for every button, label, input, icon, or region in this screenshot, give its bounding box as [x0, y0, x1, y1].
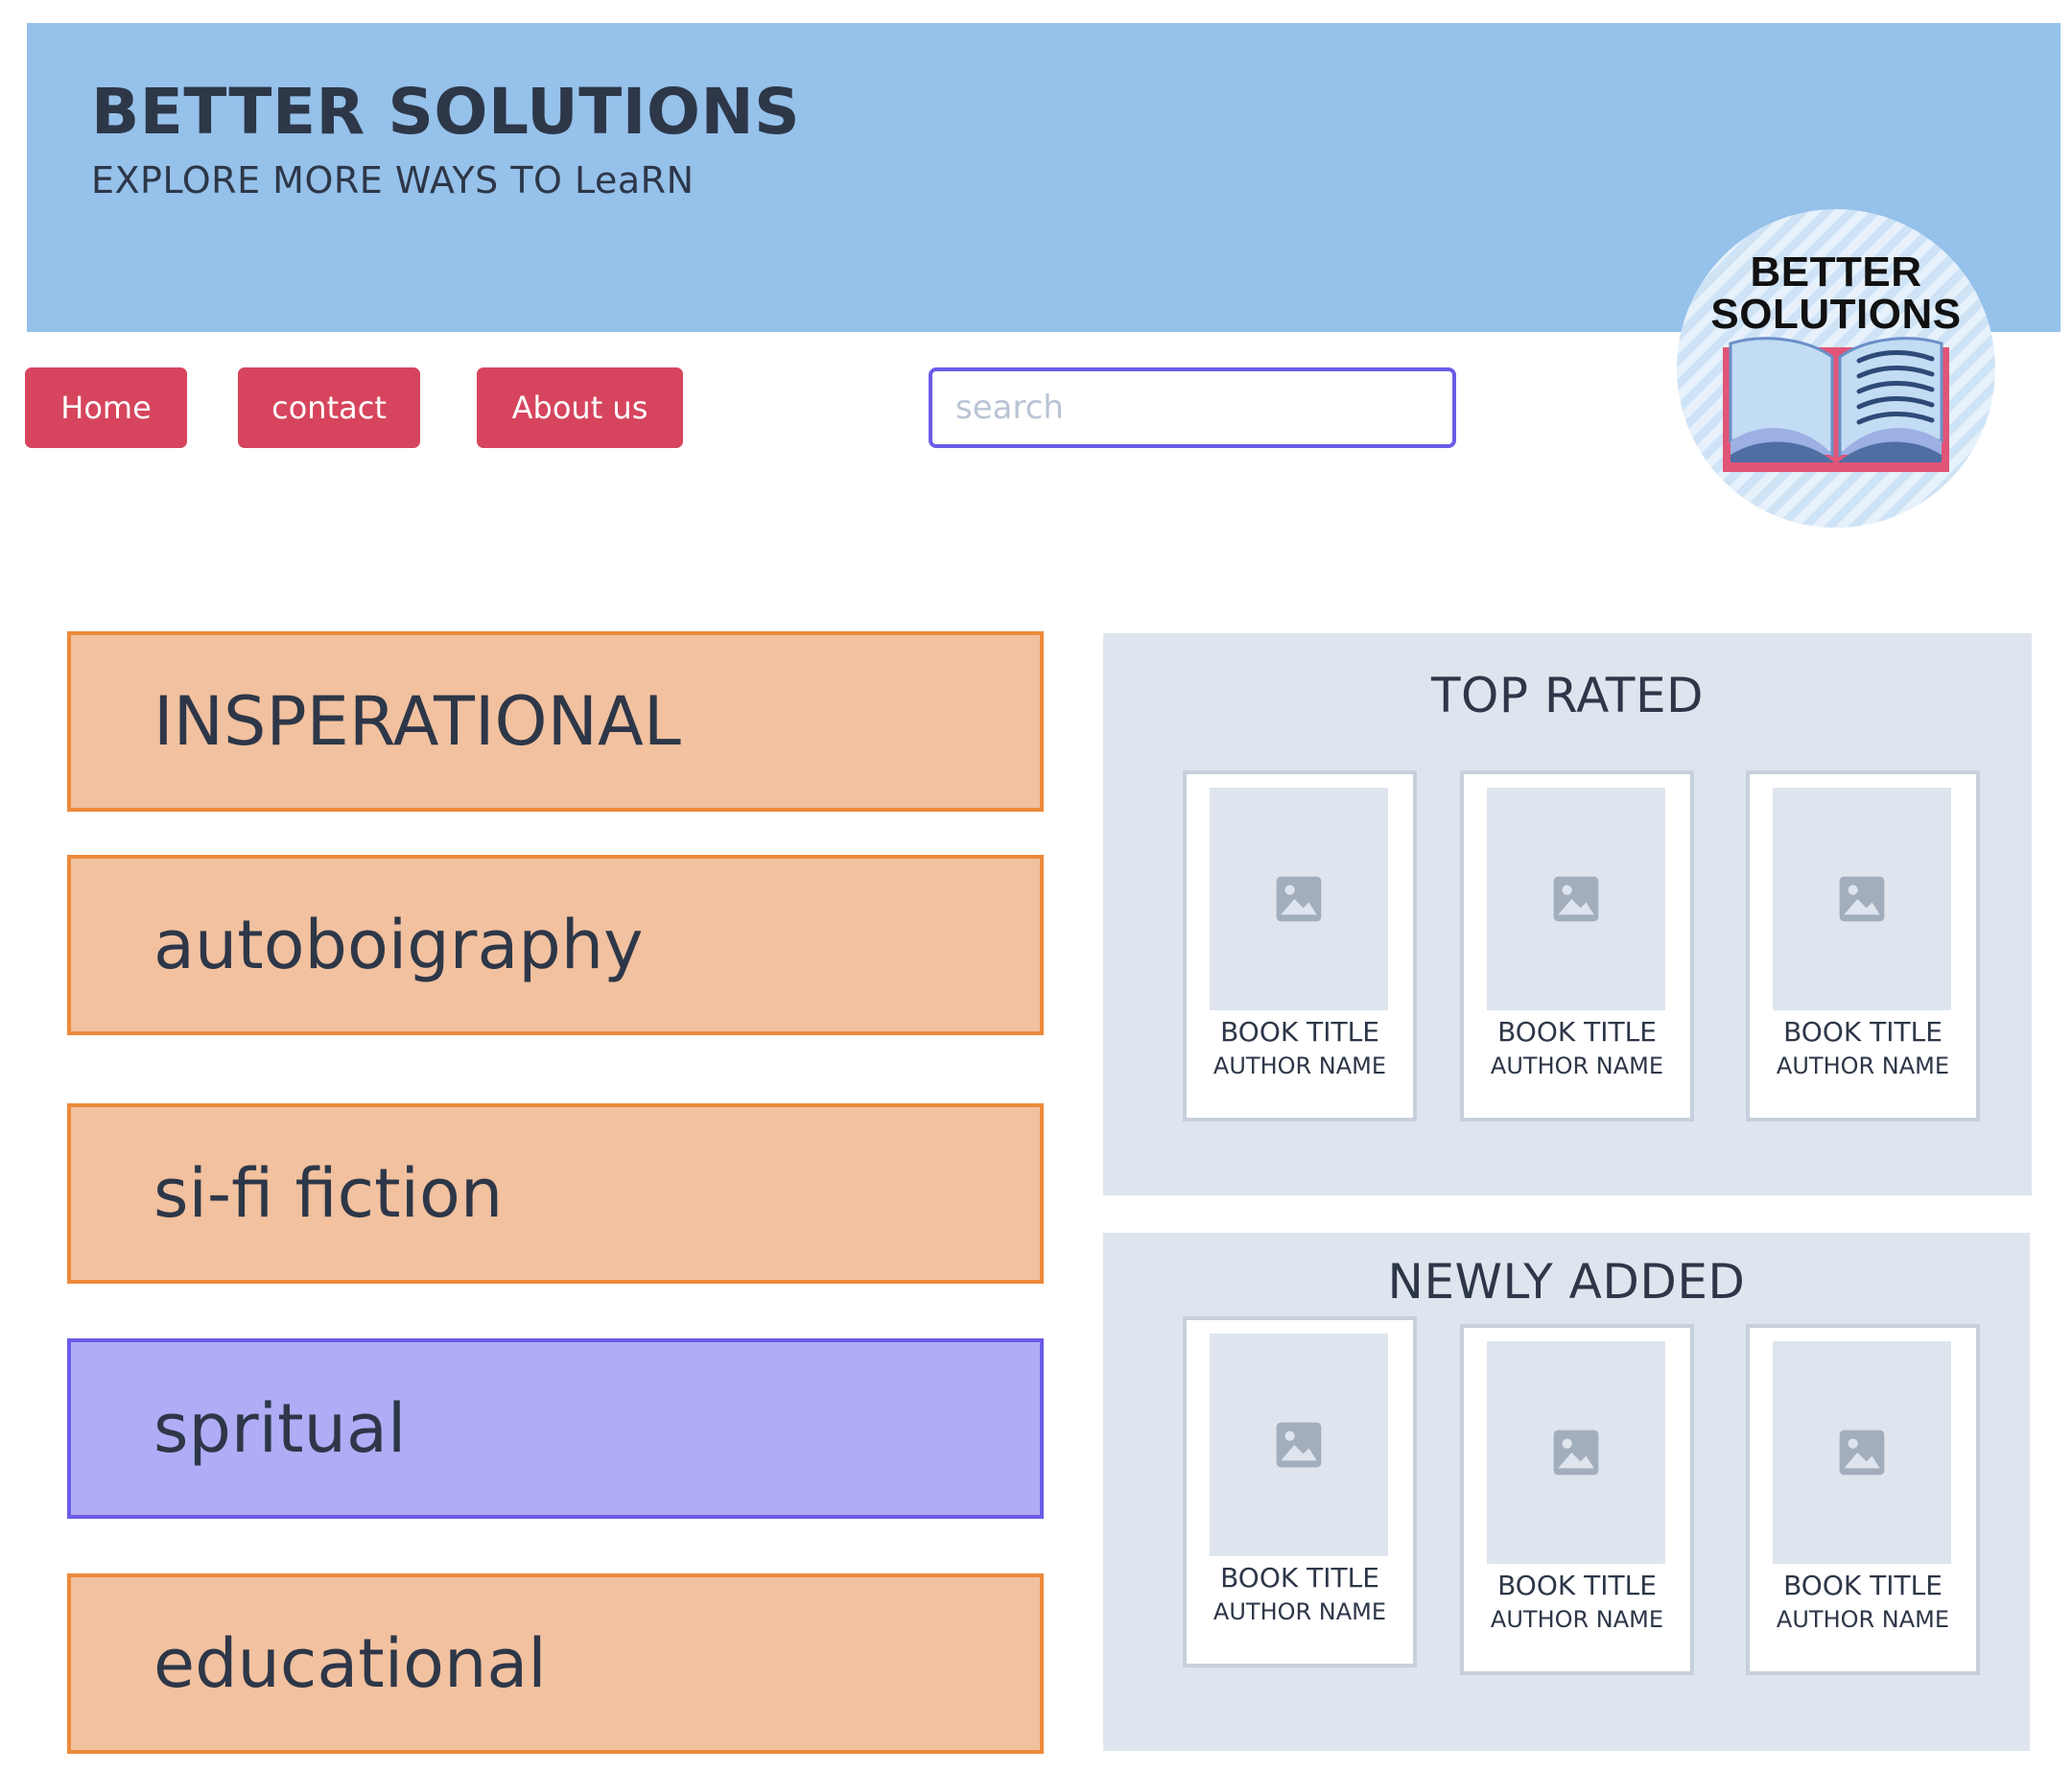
nav-home-button[interactable]: Home — [25, 367, 187, 448]
book-title: BOOK TITLE — [1220, 1016, 1379, 1048]
image-placeholder-icon — [1276, 876, 1322, 922]
book-title: BOOK TITLE — [1220, 1562, 1379, 1594]
book-cover — [1210, 788, 1388, 1010]
book-card[interactable]: BOOK TITLE AUTHOR NAME — [1746, 770, 1980, 1122]
book-cover — [1487, 1341, 1665, 1564]
image-placeholder-icon — [1276, 1422, 1322, 1468]
book-author: AUTHOR NAME — [1776, 1606, 1950, 1633]
book-title: BOOK TITLE — [1497, 1016, 1657, 1048]
newly-added-title: NEWLY ADDED — [1387, 1254, 1746, 1310]
nav-about-button[interactable]: About us — [477, 367, 683, 448]
search-input[interactable] — [929, 367, 1456, 448]
image-placeholder-icon — [1553, 876, 1599, 922]
book-card[interactable]: BOOK TITLE AUTHOR NAME — [1183, 1316, 1417, 1667]
category-inspirational[interactable]: INSPERATIONAL — [67, 631, 1044, 812]
book-author: AUTHOR NAME — [1776, 1052, 1950, 1079]
book-card[interactable]: BOOK TITLE AUTHOR NAME — [1183, 770, 1417, 1122]
category-spiritual[interactable]: spritual — [67, 1338, 1044, 1519]
category-autobiography[interactable]: autoboigraphy — [67, 855, 1044, 1035]
site-title: BETTER SOLUTIONS — [91, 75, 801, 149]
book-cover — [1773, 788, 1951, 1010]
book-author: AUTHOR NAME — [1490, 1606, 1664, 1633]
book-cover — [1210, 1334, 1388, 1556]
top-rated-title: TOP RATED — [1430, 668, 1705, 723]
book-title: BOOK TITLE — [1783, 1570, 1942, 1601]
book-title: BOOK TITLE — [1783, 1016, 1942, 1048]
book-card[interactable]: BOOK TITLE AUTHOR NAME — [1746, 1324, 1980, 1675]
book-author: AUTHOR NAME — [1490, 1052, 1664, 1079]
category-sci-fi-fiction[interactable]: si-fi fiction — [67, 1103, 1044, 1284]
image-placeholder-icon — [1553, 1430, 1599, 1476]
site-tagline: EXPLORE MORE WAYS TO LeaRN — [91, 159, 695, 201]
logo-text-line1: BETTER — [1750, 248, 1922, 296]
book-author: AUTHOR NAME — [1213, 1052, 1387, 1079]
book-title: BOOK TITLE — [1497, 1570, 1657, 1601]
book-author: AUTHOR NAME — [1213, 1598, 1387, 1625]
nav-contact-button[interactable]: contact — [238, 367, 420, 448]
image-placeholder-icon — [1839, 1430, 1885, 1476]
image-placeholder-icon — [1839, 876, 1885, 922]
book-card[interactable]: BOOK TITLE AUTHOR NAME — [1460, 770, 1694, 1122]
category-educational[interactable]: educational — [67, 1573, 1044, 1754]
logo: BETTER SOLUTIONS — [1677, 209, 1995, 528]
open-book-icon — [1723, 337, 1949, 472]
book-cover — [1773, 1341, 1951, 1564]
book-card[interactable]: BOOK TITLE AUTHOR NAME — [1460, 1324, 1694, 1675]
book-cover — [1487, 788, 1665, 1010]
